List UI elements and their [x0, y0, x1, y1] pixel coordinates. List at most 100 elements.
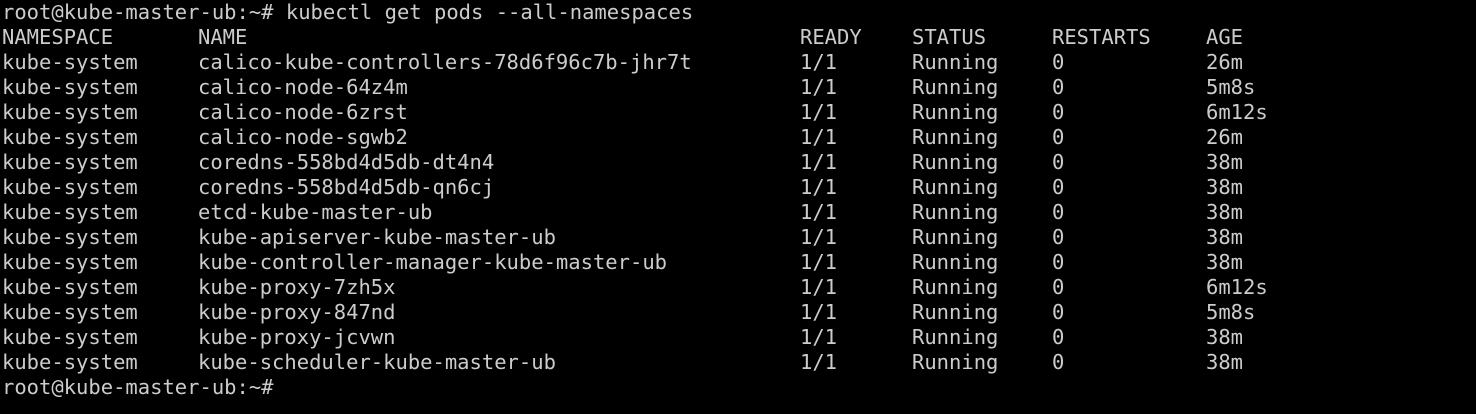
cell-age: 38m [1206, 325, 1244, 349]
cell-age: 26m [1206, 50, 1244, 74]
cell-restarts: 0 [1052, 350, 1065, 374]
cell-namespace: kube-system [2, 250, 138, 274]
cell-age: 38m [1206, 350, 1244, 374]
header-status: STATUS [912, 25, 987, 49]
table-row: kube-system etcd-kube-master-ub 1/1 Running… [0, 200, 1476, 225]
cell-ready: 1/1 [800, 75, 838, 99]
cell-status: Running [912, 250, 999, 274]
header-ready: READY [800, 25, 862, 49]
cell-namespace: kube-system [2, 150, 138, 174]
cell-restarts: 0 [1052, 225, 1065, 249]
command-line: root@kube-master-ub:~# kubectl get pods … [0, 0, 1476, 25]
terminal-window[interactable]: root@kube-master-ub:~# kubectl get pods … [0, 0, 1476, 414]
cell-name: kube-controller-manager-kube-master-ub [198, 250, 667, 274]
cell-age: 26m [1206, 125, 1244, 149]
table-row: kube-system coredns-558bd4d5db-dt4n4 1/1 Ru… [0, 150, 1476, 175]
cell-name: calico-node-6zrst [198, 100, 408, 124]
cell-namespace: kube-system [2, 300, 138, 324]
cell-namespace: kube-system [2, 350, 138, 374]
cell-namespace: kube-system [2, 275, 138, 299]
cell-name: etcd-kube-master-ub [198, 200, 433, 224]
cell-ready: 1/1 [800, 300, 838, 324]
cell-restarts: 0 [1052, 250, 1065, 274]
cell-name: kube-proxy-7zh5x [198, 275, 396, 299]
cell-age: 6m12s [1206, 275, 1268, 299]
cell-name: calico-node-sgwb2 [198, 125, 408, 149]
cell-ready: 1/1 [800, 200, 838, 224]
table-row: kube-system kube-scheduler-kube-master-ub… [0, 350, 1476, 375]
table-header-row: NAMESPACE NAME READY STATUS RESTARTS AGE [0, 25, 1476, 50]
cell-namespace: kube-system [2, 175, 138, 199]
cell-name: coredns-558bd4d5db-dt4n4 [198, 150, 495, 174]
cell-age: 38m [1206, 175, 1244, 199]
cell-restarts: 0 [1052, 325, 1065, 349]
cell-age: 5m8s [1206, 300, 1256, 324]
header-name: NAME [198, 25, 248, 49]
cell-age: 38m [1206, 200, 1244, 224]
cell-ready: 1/1 [800, 350, 838, 374]
cell-status: Running [912, 50, 999, 74]
table-row: kube-system calico-kube-controllers-78d6f… [0, 50, 1476, 75]
cell-status: Running [912, 100, 999, 124]
cell-restarts: 0 [1052, 125, 1065, 149]
table-row: kube-system calico-node-64z4m 1/1 Running 0 5… [0, 75, 1476, 100]
shell-prompt: root@kube-master-ub:~# [2, 375, 274, 399]
cell-ready: 1/1 [800, 125, 838, 149]
header-namespace: NAMESPACE [2, 25, 114, 49]
cell-age: 5m8s [1206, 75, 1256, 99]
cell-name: calico-kube-controllers-78d6f96c7b-jhr7t [198, 50, 692, 74]
cell-ready: 1/1 [800, 275, 838, 299]
cell-name: calico-node-64z4m [198, 75, 408, 99]
cell-status: Running [912, 75, 999, 99]
cell-status: Running [912, 325, 999, 349]
cell-status: Running [912, 125, 999, 149]
cell-namespace: kube-system [2, 50, 138, 74]
cell-name: coredns-558bd4d5db-qn6cj [198, 175, 495, 199]
cell-age: 38m [1206, 225, 1244, 249]
cell-restarts: 0 [1052, 300, 1065, 324]
cell-status: Running [912, 150, 999, 174]
cell-ready: 1/1 [800, 50, 838, 74]
command-text: kubectl get pods --all-namespaces [273, 0, 694, 24]
cell-ready: 1/1 [800, 150, 838, 174]
table-row: kube-system kube-apiserver-kube-master-ub… [0, 225, 1476, 250]
cell-ready: 1/1 [800, 175, 838, 199]
cell-ready: 1/1 [800, 325, 838, 349]
cell-status: Running [912, 200, 999, 224]
cell-restarts: 0 [1052, 200, 1065, 224]
table-row: kube-system kube-proxy-847nd 1/1 Running 0 5m… [0, 300, 1476, 325]
cursor [274, 378, 285, 398]
cell-status: Running [912, 350, 999, 374]
cell-status: Running [912, 300, 999, 324]
cell-name: kube-proxy-847nd [198, 300, 396, 324]
cell-restarts: 0 [1052, 175, 1065, 199]
cell-age: 38m [1206, 250, 1244, 274]
cell-namespace: kube-system [2, 100, 138, 124]
cell-age: 38m [1206, 150, 1244, 174]
cell-age: 6m12s [1206, 100, 1268, 124]
cell-restarts: 0 [1052, 275, 1065, 299]
cell-status: Running [912, 175, 999, 199]
cell-name: kube-proxy-jcvwn [198, 325, 396, 349]
header-age: AGE [1206, 25, 1244, 49]
cell-ready: 1/1 [800, 100, 838, 124]
shell-prompt: root@kube-master-ub:~# [2, 0, 274, 24]
cell-namespace: kube-system [2, 125, 138, 149]
cell-status: Running [912, 225, 999, 249]
cell-ready: 1/1 [800, 225, 838, 249]
cell-status: Running [912, 275, 999, 299]
cell-namespace: kube-system [2, 225, 138, 249]
final-prompt-line[interactable]: root@kube-master-ub:~# [0, 375, 1476, 400]
cell-restarts: 0 [1052, 75, 1065, 99]
cell-restarts: 0 [1052, 150, 1065, 174]
cell-namespace: kube-system [2, 200, 138, 224]
cell-ready: 1/1 [800, 250, 838, 274]
cell-namespace: kube-system [2, 75, 138, 99]
table-row: kube-system kube-proxy-7zh5x 1/1 Running 0 6m… [0, 275, 1476, 300]
cell-name: kube-apiserver-kube-master-ub [198, 225, 556, 249]
table-row: kube-system coredns-558bd4d5db-qn6cj 1/1 Ru… [0, 175, 1476, 200]
cell-namespace: kube-system [2, 325, 138, 349]
cell-restarts: 0 [1052, 50, 1065, 74]
table-row: kube-system calico-node-sgwb2 1/1 Running 0 2… [0, 125, 1476, 150]
cell-name: kube-scheduler-kube-master-ub [198, 350, 556, 374]
